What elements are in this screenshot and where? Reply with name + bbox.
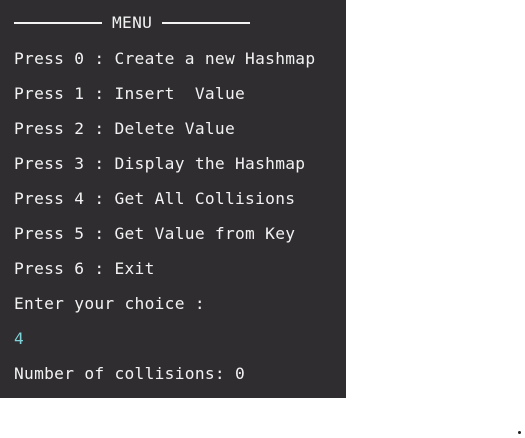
menu-option-2: Press 2 : Delete Value xyxy=(14,119,236,138)
stray-dot xyxy=(518,431,521,434)
menu-option-6: Press 6 : Exit xyxy=(14,259,155,278)
choice-prompt: Enter your choice : xyxy=(14,294,205,313)
menu-title: MENU xyxy=(112,13,153,32)
menu-option-4: Press 4 : Get All Collisions xyxy=(14,189,296,208)
user-input[interactable]: 4 xyxy=(14,329,24,349)
output-line: Number of collisions: 0 xyxy=(14,364,246,383)
menu-option-0: Press 0 : Create a new Hashmap xyxy=(14,49,316,68)
menu-right-rule xyxy=(162,22,251,24)
terminal-window: MENU Press 0 : Create a new Hashmap Pres… xyxy=(0,0,346,398)
menu-left-rule xyxy=(14,22,102,24)
menu-option-5: Press 5 : Get Value from Key xyxy=(14,224,296,243)
menu-option-3: Press 3 : Display the Hashmap xyxy=(14,154,306,173)
menu-option-1: Press 1 : Insert Value xyxy=(14,84,246,103)
menu-header: MENU xyxy=(14,13,251,33)
